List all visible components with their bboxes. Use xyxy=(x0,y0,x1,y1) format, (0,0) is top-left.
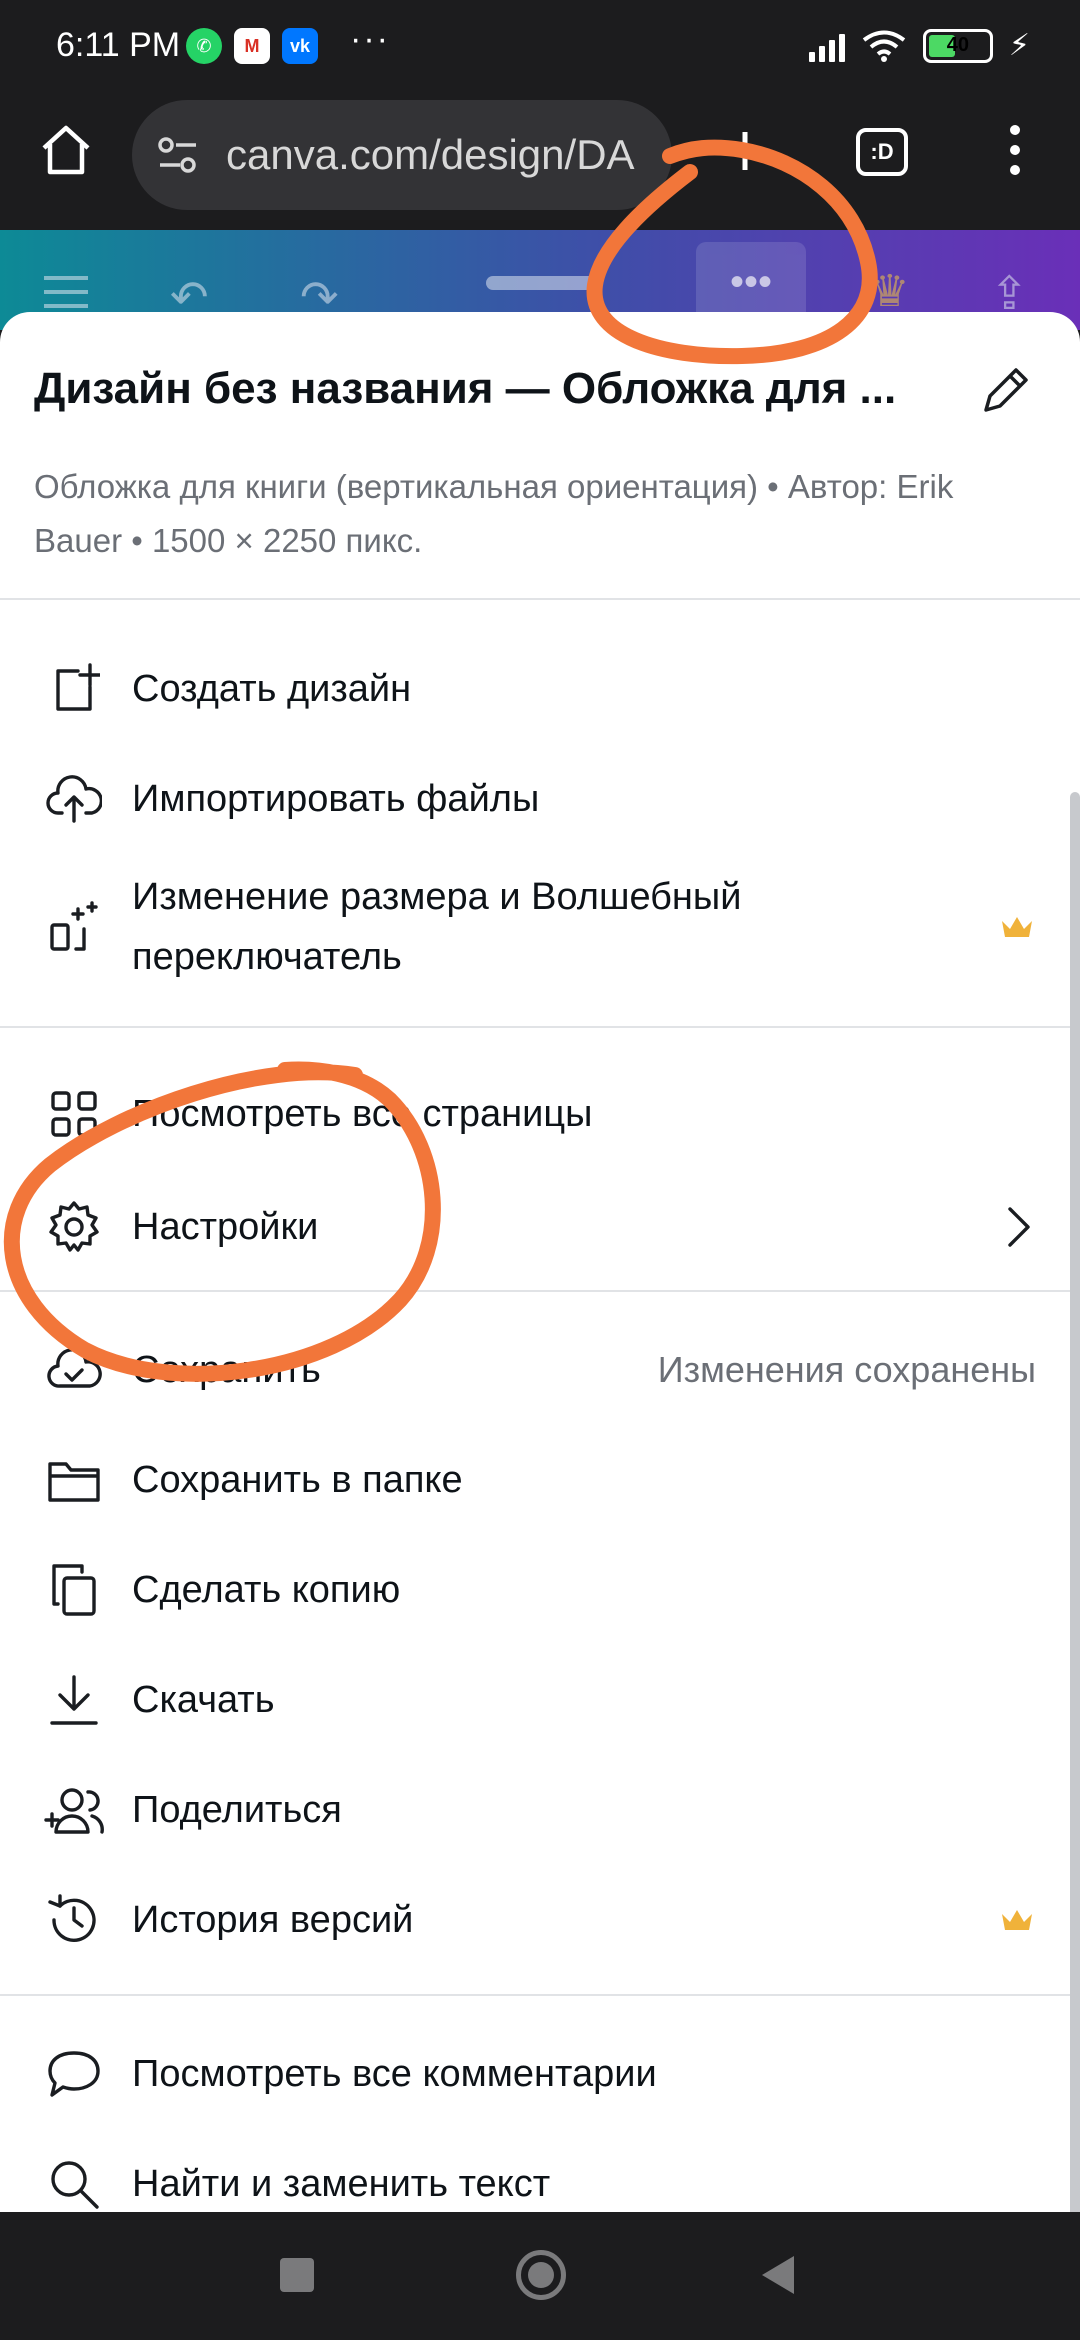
history-icon xyxy=(44,1890,104,1950)
divider xyxy=(0,1994,1080,1996)
vk-icon: vk xyxy=(282,28,318,64)
menu-item-label: Изменение размера и Волшебный переключат… xyxy=(132,876,742,978)
cloud-check-icon xyxy=(44,1340,104,1400)
whatsapp-icon: ✆ xyxy=(186,28,222,64)
home-button[interactable] xyxy=(516,2250,566,2300)
upload-cloud-icon xyxy=(44,769,104,829)
menu-item-label: История версий xyxy=(132,1899,414,1941)
share-people-icon xyxy=(44,1780,104,1840)
divider xyxy=(0,1290,1080,1292)
crown-icon xyxy=(1002,1910,1032,1930)
url-text[interactable]: canva.com/design/DA xyxy=(226,131,666,179)
menu-item-label: Сохранить в папке xyxy=(132,1459,463,1501)
recents-button[interactable] xyxy=(280,2258,314,2292)
download-icon xyxy=(44,1670,104,1730)
magic-resize-icon xyxy=(44,897,104,957)
menu-item-create-design[interactable]: Создать дизайн xyxy=(0,644,1080,734)
design-title[interactable]: Дизайн без названия — Обложка для ... xyxy=(34,364,934,414)
divider xyxy=(0,598,1080,600)
comment-icon xyxy=(44,2044,104,2104)
menu-item-find-replace[interactable]: Найти и заменить текст xyxy=(0,2134,1080,2212)
menu-item-label: Настройки xyxy=(132,1206,319,1248)
menu-item-label: Сохранить xyxy=(132,1349,321,1391)
sheet-scrollbar[interactable] xyxy=(1070,792,1080,2212)
save-status: Изменения сохранены xyxy=(657,1349,1036,1390)
menu-item-label: Найти и заменить текст xyxy=(132,2163,551,2205)
menu-item-share[interactable]: Поделиться xyxy=(0,1760,1080,1860)
crown-icon[interactable]: ♛ xyxy=(870,266,909,317)
chevron-right-icon xyxy=(1008,1207,1030,1247)
gmail-icon: M xyxy=(234,28,270,64)
address-bar[interactable]: canva.com/design/DA xyxy=(132,100,672,210)
menu-item-download[interactable]: Скачать xyxy=(0,1650,1080,1750)
menu-item-label: Скачать xyxy=(132,1679,275,1721)
menu-item-save[interactable]: Сохранить Изменения сохранены xyxy=(0,1320,1080,1420)
menu-item-label: Посмотреть все страницы xyxy=(132,1093,593,1135)
browser-menu-icon[interactable] xyxy=(1000,120,1030,180)
battery-level: 40 xyxy=(946,34,970,56)
design-meta: Обложка для книги (вертикальная ориентац… xyxy=(34,468,954,559)
charging-icon: ⚡ xyxy=(1008,29,1030,62)
sheet-drag-handle[interactable] xyxy=(486,276,598,290)
grid-icon xyxy=(44,1084,104,1144)
menu-item-import-files[interactable]: Импортировать файлы xyxy=(0,754,1080,844)
wifi-icon xyxy=(862,30,906,62)
menu-item-label: Поделиться xyxy=(132,1789,342,1831)
signal-icon xyxy=(808,30,845,62)
divider xyxy=(0,1026,1080,1028)
home-icon[interactable] xyxy=(36,120,96,180)
system-navigation-bar xyxy=(0,2212,1080,2340)
more-options-button[interactable]: ••• xyxy=(696,242,806,322)
search-icon xyxy=(44,2154,104,2212)
back-button[interactable] xyxy=(762,2256,794,2294)
menu-item-label: Посмотреть все комментарии xyxy=(132,2053,657,2095)
menu-item-make-copy[interactable]: Сделать копию xyxy=(0,1540,1080,1640)
menu-item-label: Создать дизайн xyxy=(132,668,412,710)
tabs-switcher-button[interactable]: :D xyxy=(856,128,908,176)
battery-icon: 40 xyxy=(922,28,993,63)
more-notifications-icon: ··· xyxy=(350,20,390,58)
menu-item-label: Импортировать файлы xyxy=(132,778,540,820)
crown-icon xyxy=(1002,917,1032,937)
menu-item-save-to-folder[interactable]: Сохранить в папке xyxy=(0,1430,1080,1530)
more-options-sheet: Дизайн без названия — Обложка для ... Об… xyxy=(0,312,1080,2212)
menu-item-label: Сделать копию xyxy=(132,1569,401,1611)
menu-item-settings[interactable]: Настройки xyxy=(0,1172,1080,1282)
add-design-icon xyxy=(44,659,104,719)
browser-toolbar: canva.com/design/DA :D xyxy=(0,90,1080,230)
notification-icons: ✆ M vk xyxy=(186,28,318,64)
site-settings-icon[interactable] xyxy=(156,133,200,177)
status-time: 6:11 PM xyxy=(56,26,181,64)
copy-icon xyxy=(44,1560,104,1620)
status-bar: 6:11 PM ✆ M vk ··· 40 ⚡ xyxy=(0,0,1080,90)
folder-icon xyxy=(44,1450,104,1510)
gear-icon xyxy=(44,1197,104,1257)
new-tab-icon[interactable] xyxy=(720,126,770,176)
menu-item-magic-resize[interactable]: Изменение размера и Волшебный переключат… xyxy=(0,862,1080,992)
menu-item-view-all-pages[interactable]: Посмотреть все страницы xyxy=(0,1064,1080,1164)
menu-item-view-comments[interactable]: Посмотреть все комментарии xyxy=(0,2024,1080,2124)
menu-item-version-history[interactable]: История версий xyxy=(0,1870,1080,1970)
system-indicators: 40 ⚡ xyxy=(808,28,1030,63)
pencil-icon[interactable] xyxy=(978,362,1034,418)
